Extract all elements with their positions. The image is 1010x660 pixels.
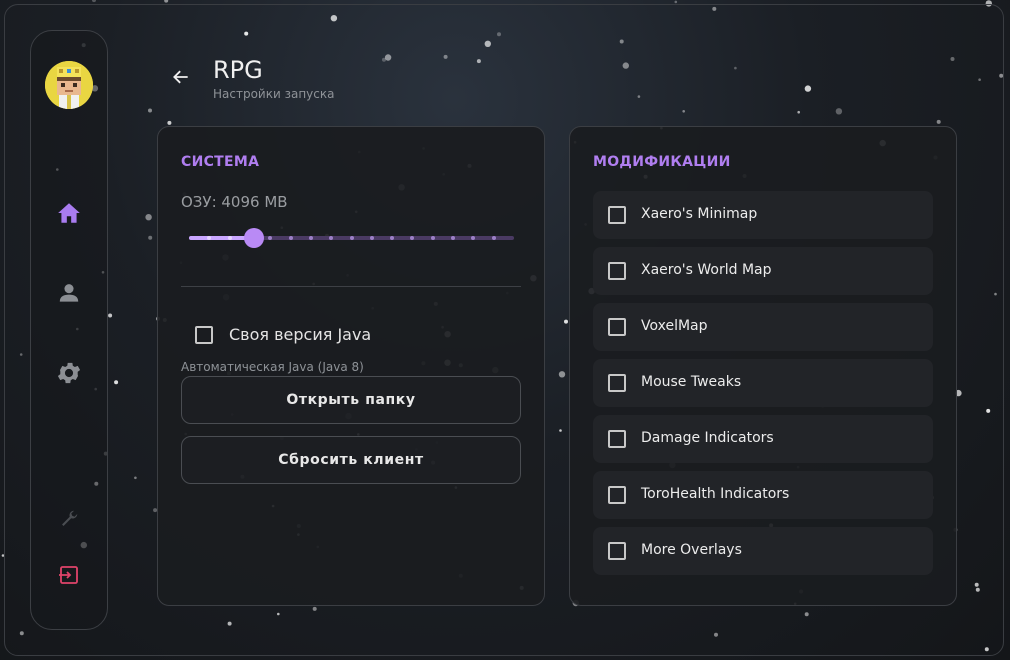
ram-slider-step <box>451 236 455 240</box>
mod-row[interactable]: ToroHealth Indicators <box>593 471 933 519</box>
nav-home[interactable] <box>55 199 83 227</box>
ram-label: ОЗУ: 4096 MB <box>181 193 288 211</box>
avatar-image <box>45 61 93 109</box>
nav-tools[interactable] <box>55 505 83 533</box>
mod-checkbox[interactable] <box>608 206 626 224</box>
nav-logout[interactable] <box>55 561 83 589</box>
custom-java-checkbox[interactable] <box>195 326 213 344</box>
mod-label: More Overlays <box>641 542 742 558</box>
mod-label: Damage Indicators <box>641 430 774 446</box>
mod-row[interactable]: Xaero's World Map <box>593 247 933 295</box>
ram-slider-step <box>228 236 232 240</box>
mod-row[interactable]: Damage Indicators <box>593 415 933 463</box>
gear-icon <box>57 362 81 384</box>
ram-slider-step <box>350 236 354 240</box>
ram-slider-step <box>329 236 333 240</box>
ram-slider-step <box>471 236 475 240</box>
sidebar <box>30 30 108 630</box>
ram-slider-step <box>431 236 435 240</box>
system-section-title: СИСТЕМА <box>181 154 260 170</box>
user-icon <box>59 284 79 302</box>
arrow-left-icon <box>173 70 188 84</box>
home-icon <box>58 203 80 223</box>
wrench-icon <box>62 510 78 526</box>
ram-slider-thumb[interactable] <box>244 228 264 248</box>
back-button[interactable] <box>168 64 194 90</box>
system-panel: СИСТЕМА ОЗУ: 4096 MB Своя версия Java Ав… <box>157 126 545 606</box>
mod-label: Xaero's Minimap <box>641 206 758 222</box>
logout-icon <box>59 566 78 584</box>
ram-slider-step <box>410 236 414 240</box>
page-title: RPG <box>213 56 263 84</box>
mod-checkbox[interactable] <box>608 318 626 336</box>
section-divider <box>181 286 521 287</box>
mod-row[interactable]: More Overlays <box>593 527 933 575</box>
page-subtitle: Настройки запуска <box>213 87 335 101</box>
nav-settings[interactable] <box>55 359 83 387</box>
nav-account[interactable] <box>55 279 83 307</box>
ram-slider-step <box>370 236 374 240</box>
ram-slider-step <box>309 236 313 240</box>
ram-slider-step <box>289 236 293 240</box>
mod-row[interactable]: VoxelMap <box>593 303 933 351</box>
mod-label: Mouse Tweaks <box>641 374 742 390</box>
mod-label: VoxelMap <box>641 318 708 334</box>
ram-slider-step <box>268 236 272 240</box>
mods-panel: МОДИФИКАЦИИ Xaero's Minimap Xaero's Worl… <box>569 126 957 606</box>
reset-client-button[interactable]: Сбросить клиент <box>181 436 521 484</box>
mod-checkbox[interactable] <box>608 374 626 392</box>
mod-label: Xaero's World Map <box>641 262 772 278</box>
mod-checkbox[interactable] <box>608 430 626 448</box>
mod-label: ToroHealth Indicators <box>641 486 790 502</box>
ram-slider-step <box>390 236 394 240</box>
mod-checkbox[interactable] <box>608 262 626 280</box>
mod-row[interactable]: Mouse Tweaks <box>593 359 933 407</box>
custom-java-label: Своя версия Java <box>229 325 372 344</box>
auto-java-text: Автоматическая Java (Java 8) <box>181 360 364 374</box>
ram-slider[interactable] <box>189 227 514 249</box>
mod-checkbox[interactable] <box>608 542 626 560</box>
ram-slider-step <box>207 236 211 240</box>
mod-row[interactable]: Xaero's Minimap <box>593 191 933 239</box>
mod-checkbox[interactable] <box>608 486 626 504</box>
ram-slider-step <box>492 236 496 240</box>
open-folder-button[interactable]: Открыть папку <box>181 376 521 424</box>
user-avatar[interactable] <box>45 61 93 109</box>
mods-section-title: МОДИФИКАЦИИ <box>593 154 731 170</box>
